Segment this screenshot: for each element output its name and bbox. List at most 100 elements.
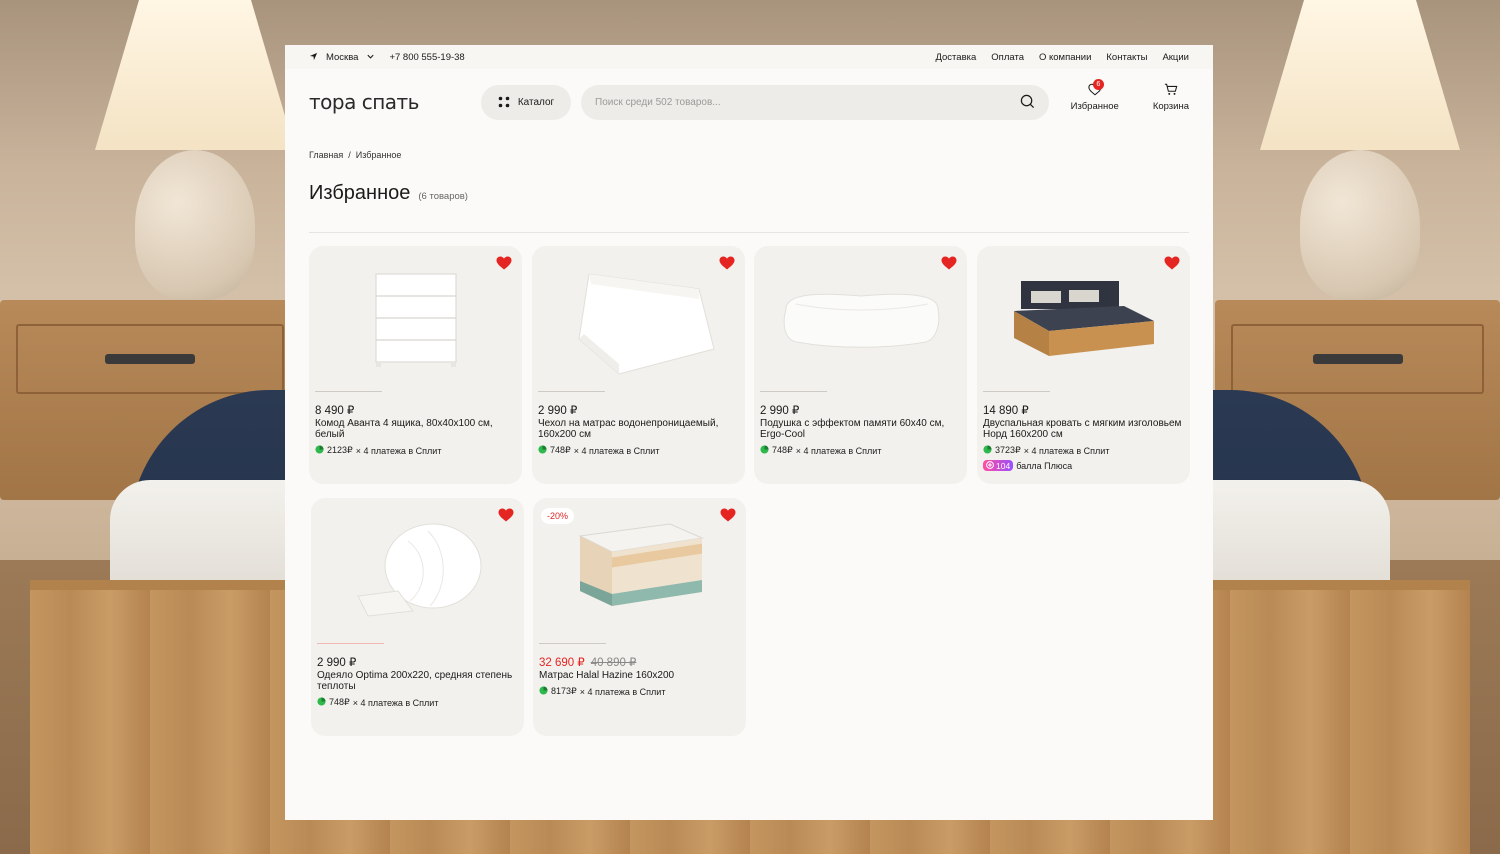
phone-link[interactable]: +7 800 555-19-38 <box>389 52 464 63</box>
product-price: 2 990 ₽ <box>538 405 578 417</box>
split-payment: 8173₽ × 4 платежа в Сплит <box>539 686 665 697</box>
product-price: 32 690 ₽ 40 890 ₽ <box>539 655 636 669</box>
page-title: Избранное <box>309 182 411 204</box>
split-amount: 3723₽ <box>995 445 1021 455</box>
price-divider <box>539 643 606 644</box>
product-card[interactable]: 2 990 ₽ Чехол на матрас водонепроницаемы… <box>532 246 745 484</box>
catalog-button[interactable]: Каталог <box>481 84 571 120</box>
product-card[interactable]: 2 990 ₽ Одеяло Optima 200х220, средняя с… <box>311 498 524 736</box>
plus-points-label: балла Плюса <box>1016 460 1073 471</box>
favorite-heart-icon[interactable] <box>1164 256 1180 275</box>
split-payment: 748₽ × 4 платежа в Сплит <box>538 445 659 456</box>
product-card[interactable]: 2 990 ₽ Подушка с эффектом памяти 60х40 … <box>754 246 967 484</box>
nav-link-about[interactable]: О компании <box>1039 52 1091 63</box>
split-payment: 2123₽ × 4 платежа в Сплит <box>315 445 441 456</box>
favorites-button[interactable]: 6 Избранное <box>1070 79 1119 112</box>
price-divider <box>983 391 1050 392</box>
product-price: 14 890 ₽ <box>983 405 1029 417</box>
breadcrumb-home[interactable]: Главная <box>309 150 343 160</box>
lamp-base-left <box>135 150 255 300</box>
plus-badge: 104 <box>983 460 1014 471</box>
split-amount: 748₽ <box>772 445 793 455</box>
nav-link-delivery[interactable]: Доставка <box>935 52 976 63</box>
page-header: Избранное (6 товаров) <box>285 182 1213 205</box>
favorite-heart-icon[interactable] <box>496 256 512 275</box>
header: тора спать Каталог 6 Избранное <box>285 69 1213 135</box>
split-icon <box>539 686 548 697</box>
price-divider <box>538 391 605 392</box>
nav-link-promotions[interactable]: Акции <box>1162 52 1189 63</box>
duvet-image[interactable] <box>311 498 524 643</box>
top-bar: Москва +7 800 555-19-38 Доставка Оплата … <box>285 45 1213 69</box>
split-amount: 8173₽ <box>551 686 577 696</box>
grid-dots-icon <box>498 96 510 108</box>
sale-price: 32 690 ₽ <box>539 657 585 669</box>
breadcrumb-separator: / <box>348 150 351 160</box>
price-divider <box>760 391 827 392</box>
product-card[interactable]: 14 890 ₽ Двуспальная кровать с мягким из… <box>977 246 1190 484</box>
catalog-label: Каталог <box>517 96 555 108</box>
split-text: × 4 платежа в Сплит <box>355 445 442 456</box>
favorites-count-badge: 6 <box>1092 79 1104 90</box>
split-text: × 4 платежа в Сплит <box>352 697 439 708</box>
split-amount: 748₽ <box>329 697 350 707</box>
search-bar <box>581 84 1049 120</box>
product-name[interactable]: Комод Аванта 4 ящика, 80х40х100 см, белы… <box>315 418 520 440</box>
mattress-cover-image[interactable] <box>532 246 745 391</box>
site-panel: Москва +7 800 555-19-38 Доставка Оплата … <box>285 45 1213 820</box>
breadcrumb-current: Избранное <box>355 150 402 160</box>
product-card[interactable]: -20% 32 690 ₽ 40 890 ₽ Матрас Halal Hazin… <box>533 498 746 736</box>
search-input[interactable] <box>595 96 1020 108</box>
split-text: × 4 платежа в Сплит <box>1023 445 1110 456</box>
split-amount: 748₽ <box>550 445 571 455</box>
product-price: 2 990 ₽ <box>317 657 357 669</box>
nav-link-payment[interactable]: Оплата <box>991 52 1024 63</box>
price-divider <box>315 391 382 392</box>
product-name[interactable]: Одеяло Optima 200х220, средняя степень т… <box>317 670 522 692</box>
old-price: 40 890 ₽ <box>590 657 637 669</box>
favorite-heart-icon[interactable] <box>498 508 514 527</box>
lamp-base-right <box>1300 150 1420 300</box>
items-count: (6 товаров) <box>418 191 468 202</box>
split-text: × 4 платежа в Сплит <box>579 686 666 697</box>
plus-icon <box>986 460 994 471</box>
search-icon[interactable] <box>1020 93 1035 111</box>
favorite-heart-icon[interactable] <box>720 508 736 527</box>
split-icon <box>983 445 992 456</box>
chevron-down-icon[interactable] <box>366 52 375 63</box>
divider <box>309 232 1189 233</box>
split-payment: 3723₽ × 4 платежа в Сплит <box>983 445 1109 456</box>
cart-button[interactable]: Корзина <box>1153 83 1189 112</box>
split-payment: 748₽ × 4 платежа в Сплит <box>760 445 881 456</box>
split-text: × 4 платежа в Сплит <box>573 445 660 456</box>
breadcrumb: Главная / Избранное <box>285 150 1213 160</box>
product-name[interactable]: Матрас Halal Hazine 160х200 <box>539 670 744 682</box>
plus-points: 104 балла Плюса <box>983 460 1072 471</box>
product-name[interactable]: Двуспальная кровать с мягким изголовьем … <box>983 418 1188 440</box>
location-icon[interactable] <box>309 52 318 63</box>
favorite-heart-icon[interactable] <box>719 256 735 275</box>
split-amount: 2123₽ <box>327 445 353 455</box>
site-logo[interactable]: тора спать <box>309 90 481 114</box>
split-icon <box>315 445 324 456</box>
split-icon <box>760 445 769 456</box>
dresser-image[interactable] <box>309 246 522 391</box>
product-name[interactable]: Чехол на матрас водонепроницаемый, 160х2… <box>538 418 743 440</box>
bed-image[interactable] <box>977 246 1190 391</box>
product-price: 8 490 ₽ <box>315 405 355 417</box>
split-text: × 4 платежа в Сплит <box>795 445 882 456</box>
cart-icon <box>1164 83 1178 96</box>
price-divider <box>317 643 384 644</box>
plus-points-value: 104 <box>996 460 1011 471</box>
pillow-image[interactable] <box>754 246 967 391</box>
favorite-heart-icon[interactable] <box>941 256 957 275</box>
cart-label: Корзина <box>1152 101 1189 112</box>
product-card[interactable]: 8 490 ₽ Комод Аванта 4 ящика, 80х40х100 … <box>309 246 522 484</box>
discount-badge: -20% <box>541 508 575 524</box>
nav-link-contacts[interactable]: Контакты <box>1106 52 1147 63</box>
city-selector[interactable]: Москва <box>326 52 358 63</box>
split-payment: 748₽ × 4 платежа в Сплит <box>317 697 438 708</box>
product-price: 2 990 ₽ <box>760 405 800 417</box>
favorites-label: Избранное <box>1070 101 1119 112</box>
product-name[interactable]: Подушка с эффектом памяти 60х40 см, Ergo… <box>760 418 965 440</box>
